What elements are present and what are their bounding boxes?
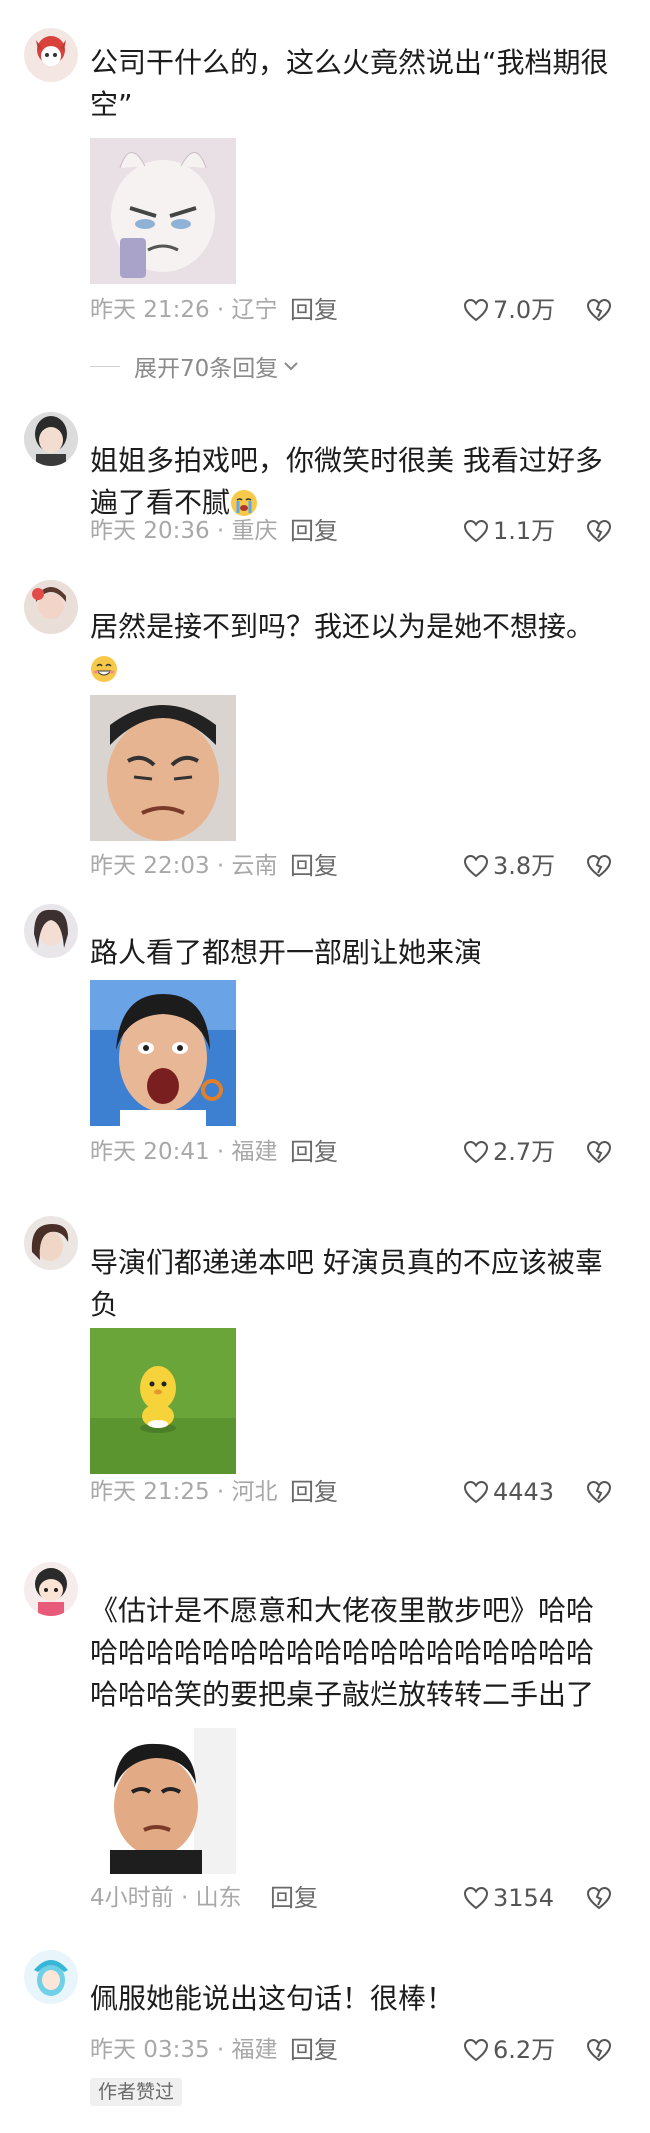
like-count: 7.0万	[493, 296, 556, 324]
avatar[interactable]	[24, 28, 78, 82]
comment-text: 导演们都递递本吧 好演员真的不应该被辜负	[90, 1246, 603, 1321]
dislike-button[interactable]	[586, 518, 612, 544]
comment-text-content: 居然是接不到吗？我还以为是她不想接。	[90, 610, 595, 643]
comment-text-content: 姐姐多拍戏吧，你微笑时很美 我看过好多遍了看不腻	[90, 444, 603, 519]
heart-outline-icon	[463, 1886, 489, 1910]
like-button[interactable]: 3.8万	[463, 850, 555, 882]
avatar[interactable]	[24, 1562, 78, 1616]
comment-time-location: 昨天 03:35 · 福建	[90, 2037, 278, 2063]
heart-outline-icon	[463, 1480, 489, 1504]
author-liked-badge: 作者赞过	[90, 2078, 183, 2106]
avatar[interactable]	[24, 580, 78, 634]
avatar[interactable]	[24, 904, 78, 958]
comment-text: 路人看了都想开一部剧让她来演	[90, 936, 483, 969]
comment-time-location: 昨天 20:41 · 福建	[90, 1139, 278, 1165]
sticker-image[interactable]	[90, 980, 236, 1126]
sticker-image[interactable]	[90, 138, 236, 284]
reply-button[interactable]: 回复	[290, 850, 338, 882]
heart-outline-icon	[463, 519, 489, 543]
broken-heart-icon	[586, 519, 612, 543]
grinning-emoji-icon	[91, 656, 117, 682]
divider	[90, 365, 120, 367]
comment-text: 佩服她能说出这句话！很棒！	[90, 1982, 455, 2015]
reply-button[interactable]: 回复	[290, 1476, 338, 1508]
comment-text: 《估计是不愿意和大佬夜里散步吧》哈哈哈哈哈哈哈哈哈哈哈哈哈哈哈哈哈哈哈哈哈哈哈笑…	[90, 1594, 595, 1711]
comment-text: 姐姐多拍戏吧，你微笑时很美 我看过好多遍了看不腻	[90, 440, 620, 524]
like-count: 3.8万	[493, 852, 556, 880]
comment-time-location: 昨天 21:26 · 辽宁	[90, 297, 278, 323]
like-count: 4443	[493, 1478, 555, 1506]
comment-time-location: 4小时前 · 山东	[90, 1885, 242, 1911]
sticker-image[interactable]	[90, 695, 236, 841]
like-button[interactable]: 4443	[463, 1476, 554, 1508]
comment-time-location: 昨天 21:25 · 河北	[90, 1479, 278, 1505]
like-count: 2.7万	[493, 1138, 556, 1166]
avatar[interactable]	[24, 1950, 78, 2004]
like-count: 3154	[493, 1884, 555, 1912]
like-count: 6.2万	[493, 2036, 556, 2064]
avatar[interactable]	[24, 412, 78, 466]
reply-button[interactable]: 回复	[290, 2034, 338, 2066]
comment-text: 居然是接不到吗？我还以为是她不想接。	[90, 606, 620, 690]
dislike-button[interactable]	[586, 853, 612, 879]
broken-heart-icon	[586, 2038, 612, 2062]
sticker-image[interactable]	[90, 1728, 236, 1874]
crying-emoji-icon	[231, 490, 258, 516]
dislike-button[interactable]	[586, 2037, 612, 2063]
heart-outline-icon	[463, 298, 489, 322]
broken-heart-icon	[586, 1886, 612, 1910]
expand-replies-label: 展开70条回复	[134, 356, 279, 382]
like-button[interactable]: 1.1万	[463, 515, 555, 547]
expand-replies-button[interactable]: 展开70条回复	[90, 350, 300, 382]
like-button[interactable]: 3154	[463, 1882, 554, 1914]
reply-button[interactable]: 回复	[290, 1136, 338, 1168]
reply-button[interactable]: 回复	[270, 1882, 318, 1914]
like-button[interactable]: 7.0万	[463, 294, 555, 326]
broken-heart-icon	[586, 1140, 612, 1164]
heart-outline-icon	[463, 2038, 489, 2062]
dislike-button[interactable]	[586, 1139, 612, 1165]
dislike-button[interactable]	[586, 1885, 612, 1911]
avatar[interactable]	[24, 1216, 78, 1270]
heart-outline-icon	[463, 854, 489, 878]
chevron-down-icon	[284, 362, 298, 371]
reply-button[interactable]: 回复	[290, 515, 338, 547]
comment-time-location: 昨天 22:03 · 云南	[90, 853, 278, 879]
like-button[interactable]: 6.2万	[463, 2034, 555, 2066]
heart-outline-icon	[463, 1140, 489, 1164]
reply-button[interactable]: 回复	[290, 294, 338, 326]
comment-time-location: 昨天 20:36 · 重庆	[90, 518, 278, 544]
comment-text: 公司干什么的，这么火竟然说出“我档期很空”	[90, 46, 609, 121]
broken-heart-icon	[586, 854, 612, 878]
dislike-button[interactable]	[586, 297, 612, 323]
like-count: 1.1万	[493, 517, 556, 545]
broken-heart-icon	[586, 1480, 612, 1504]
sticker-image[interactable]	[90, 1328, 236, 1474]
broken-heart-icon	[586, 298, 612, 322]
like-button[interactable]: 2.7万	[463, 1136, 555, 1168]
dislike-button[interactable]	[586, 1479, 612, 1505]
